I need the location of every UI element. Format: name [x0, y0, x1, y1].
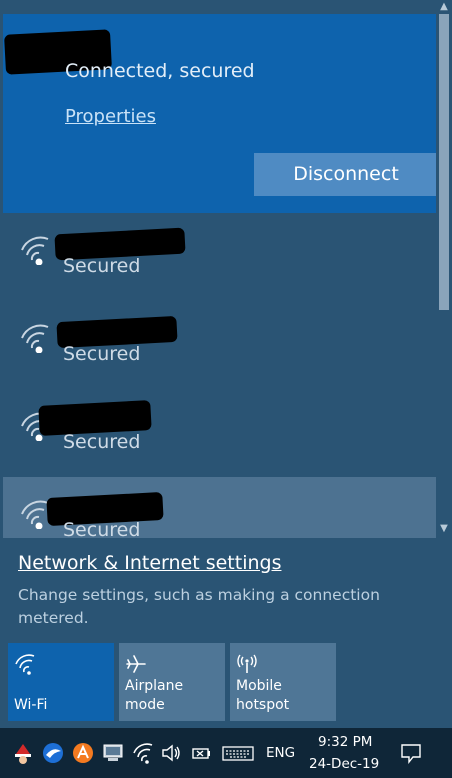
network-status: Secured	[63, 255, 141, 277]
network-item[interactable]: Secured	[3, 389, 436, 477]
wifi-toggle-tile[interactable]: Wi-Fi	[8, 643, 114, 721]
disconnect-button[interactable]: Disconnect	[254, 153, 436, 196]
network-flyout: Connected, secured Properties Disconnect…	[0, 0, 452, 728]
taskbar: ENG 9:32 PM 24-Dec-19	[0, 728, 452, 778]
network-status: Secured	[63, 431, 141, 453]
wifi-secured-icon	[21, 324, 49, 353]
notifications-icon[interactable]	[400, 742, 422, 764]
scrollbar-thumb[interactable]	[439, 14, 449, 310]
volume-icon[interactable]	[160, 742, 182, 764]
airplane-tile-label: Airplane mode	[125, 678, 184, 713]
network-status: Secured	[63, 343, 141, 365]
airplane-icon	[126, 655, 146, 673]
network-list-scrollbar[interactable]: ▲ ▼	[436, 0, 452, 538]
wifi-secured-icon	[21, 500, 49, 529]
wifi-secured-icon	[21, 236, 49, 265]
network-list[interactable]: Connected, secured Properties Disconnect…	[0, 0, 436, 538]
keyboard-icon[interactable]	[222, 742, 254, 764]
input-language-indicator[interactable]: ENG	[266, 745, 295, 761]
wifi-tile-label: Wi-Fi	[14, 697, 48, 713]
battery-plug-icon[interactable]	[190, 742, 212, 764]
hotspot-icon	[237, 654, 257, 673]
hotspot-tile-label: Mobile hotspot	[236, 678, 290, 713]
network-item[interactable]: Secured	[3, 213, 436, 301]
network-item[interactable]: Secured	[3, 301, 436, 389]
properties-link[interactable]: Properties	[65, 106, 156, 127]
connection-status: Connected, secured	[65, 60, 255, 82]
network-settings-description: Change settings, such as making a connec…	[18, 586, 380, 627]
network-status: Secured	[63, 519, 141, 538]
network-item[interactable]: Secured	[3, 477, 436, 538]
mobile-hotspot-tile[interactable]: Mobile hotspot	[230, 643, 336, 721]
network-settings-link[interactable]: Network & Internet settings	[18, 552, 281, 574]
santa-app-icon[interactable]	[12, 742, 34, 764]
computer-icon[interactable]	[102, 742, 124, 764]
airplane-mode-tile[interactable]: Airplane mode	[119, 643, 225, 721]
wifi-icon	[15, 654, 35, 675]
connected-network[interactable]: Connected, secured Properties Disconnect	[3, 14, 436, 213]
avast-icon[interactable]	[72, 742, 94, 764]
clock-date[interactable]: 24-Dec-19	[309, 756, 379, 772]
scroll-up-icon[interactable]: ▲	[436, 0, 452, 14]
wifi-tray-icon[interactable]	[132, 742, 154, 764]
clock-time[interactable]: 9:32 PM	[318, 734, 372, 750]
eagle-app-icon[interactable]	[42, 742, 64, 764]
scroll-down-icon[interactable]: ▼	[436, 522, 452, 536]
